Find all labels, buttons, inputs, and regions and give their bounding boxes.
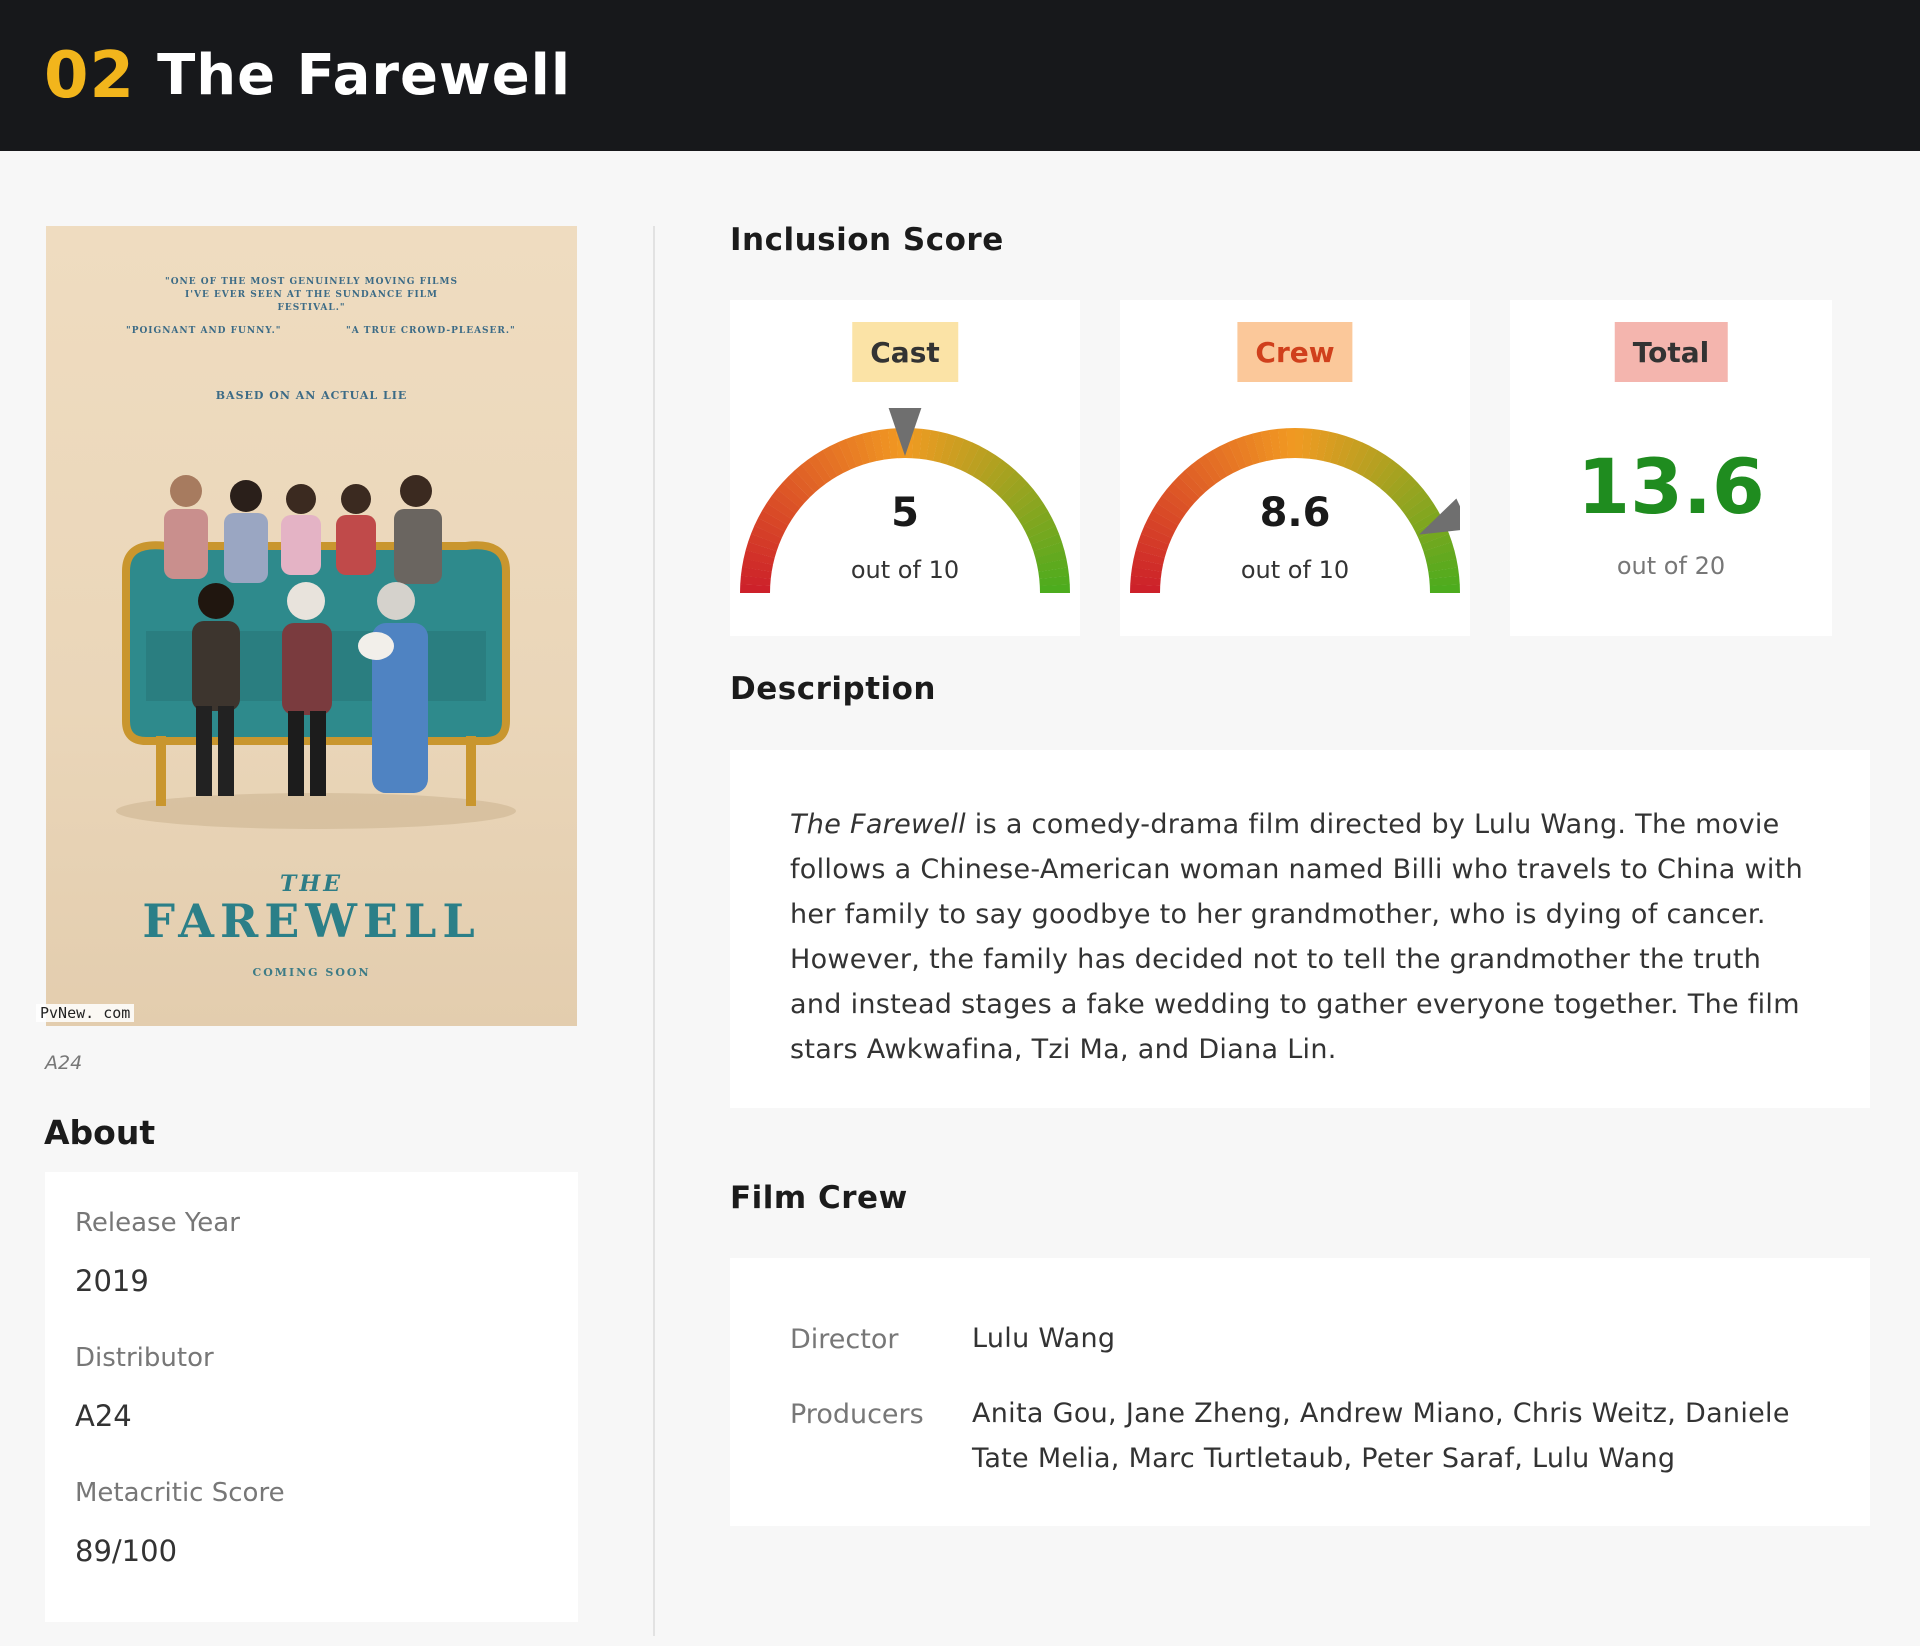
- director-value: Lulu Wang: [972, 1323, 1116, 1354]
- column-divider: [653, 226, 655, 1636]
- metacritic-value: 89/100: [75, 1534, 178, 1568]
- producers-label: Producers: [790, 1399, 924, 1430]
- poster-tagline: BASED ON AN ACTUAL LIE: [215, 389, 408, 402]
- poster-coming-soon: COMING SOON: [252, 966, 371, 979]
- description-heading: Description: [730, 671, 937, 707]
- cast-score-sub: out of 10: [850, 556, 960, 584]
- page-title: The Farewell: [157, 43, 572, 108]
- description-card: The Farewell is a comedy-drama film dire…: [730, 750, 1870, 1108]
- release-year-label: Release Year: [75, 1208, 240, 1238]
- poster-title: FAREWELL: [142, 894, 481, 948]
- crew-badge: Crew: [1237, 322, 1353, 382]
- about-card: Release Year 2019 Distributor A24 Metacr…: [45, 1172, 578, 1622]
- poster-caption: A24: [45, 1052, 83, 1074]
- description-film-title: The Farewell: [790, 809, 966, 840]
- total-score-sub: out of 20: [1616, 552, 1726, 580]
- cast-score-card: Cast 5 out of 10: [730, 300, 1080, 636]
- producers-value: Anita Gou, Jane Zheng, Andrew Miano, Chr…: [972, 1398, 1790, 1474]
- watermark: PvNew. com: [36, 1004, 135, 1022]
- total-score-card: Total 13.6 out of 20: [1510, 300, 1832, 636]
- poster-quote-right: "A TRUE CROWD-PLEASER.": [346, 326, 516, 336]
- description-body: is a comedy-drama film directed by Lulu …: [790, 809, 1803, 1065]
- cast-badge: Cast: [852, 322, 958, 382]
- film-crew-card: Director Lulu Wang Producers Anita Gou, …: [730, 1258, 1870, 1526]
- release-year-value: 2019: [75, 1264, 149, 1298]
- distributor-value: A24: [75, 1399, 132, 1433]
- crew-score-card: Crew 8.6 out of 10: [1120, 300, 1470, 636]
- distributor-label: Distributor: [75, 1343, 214, 1373]
- page-header: 02 The Farewell: [0, 0, 1920, 151]
- rank-number: 02: [44, 38, 136, 113]
- inclusion-score-heading: Inclusion Score: [730, 222, 1004, 258]
- description-text: The Farewell is a comedy-drama film dire…: [790, 802, 1812, 1072]
- poster-family-illustration: [116, 475, 516, 829]
- about-heading: About: [44, 1113, 156, 1152]
- total-score-value: 13.6: [1577, 442, 1765, 531]
- total-badge: Total: [1614, 322, 1728, 382]
- poster-quote-left: "POIGNANT AND FUNNY.": [126, 326, 282, 336]
- cast-score-value: 5: [891, 490, 919, 536]
- crew-score-sub: out of 10: [1240, 556, 1350, 584]
- poster-quote-main: "ONE OF THE MOST GENUINELY MOVING FILMS …: [165, 277, 458, 313]
- crew-score-value: 8.6: [1259, 490, 1331, 536]
- film-crew-heading: Film Crew: [730, 1180, 908, 1216]
- director-label: Director: [790, 1324, 899, 1355]
- movie-poster: "ONE OF THE MOST GENUINELY MOVING FILMS …: [46, 226, 577, 1026]
- metacritic-label: Metacritic Score: [75, 1478, 285, 1508]
